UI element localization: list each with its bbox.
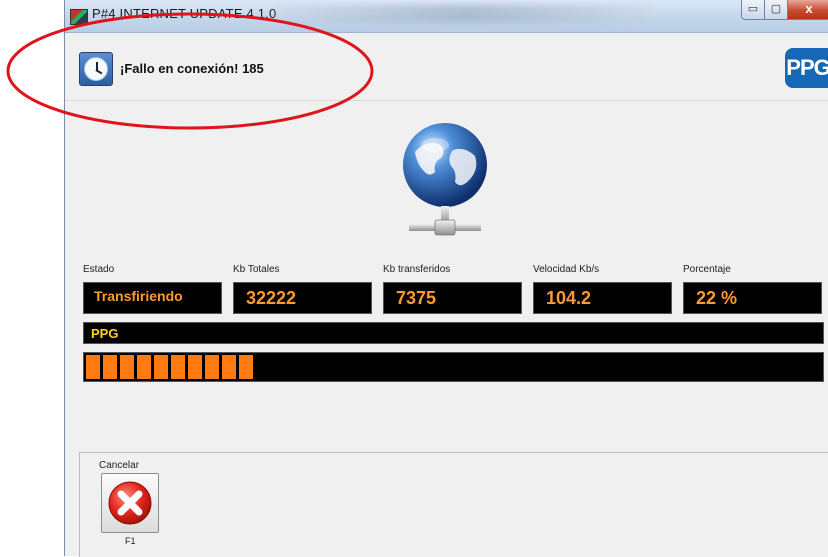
progress-segment (154, 355, 168, 379)
porcentaje-value: 22 % (683, 282, 822, 314)
progress-segment (205, 355, 219, 379)
cancel-shortcut-label: F1 (125, 536, 136, 546)
progress-segment (239, 355, 253, 379)
title-bar[interactable]: P#4 INTERNET UPDATE 4.1.0 ▭ ▢ x (65, 0, 828, 33)
progress-segment (120, 355, 134, 379)
porcentaje-label: Porcentaje (683, 264, 731, 275)
progress-segment (171, 355, 185, 379)
kb-transferidos-value: 7375 (383, 282, 522, 314)
close-button[interactable]: x (787, 0, 828, 20)
maximize-button[interactable]: ▢ (764, 0, 788, 20)
status-row: ¡Fallo en conexión! 185 PPG (65, 36, 828, 101)
progress-bar (83, 352, 824, 382)
app-icon (70, 9, 88, 25)
velocidad-value: 104.2 (533, 282, 672, 314)
blurred-title-region (275, 5, 655, 23)
network-globe-icon (395, 120, 495, 242)
estado-value: Transfiriendo (83, 282, 222, 314)
progress-segment (137, 355, 151, 379)
current-item-bar: PPG (83, 322, 824, 344)
kb-totales-value: 32222 (233, 282, 372, 314)
action-panel: Cancelar F1 (79, 452, 828, 557)
ppg-logo: PPG (785, 48, 828, 88)
clock-icon (79, 52, 113, 86)
update-window: P#4 INTERNET UPDATE 4.1.0 ▭ ▢ x ¡Fallo e… (64, 0, 828, 557)
kb-transferidos-label: Kb transferidos (383, 264, 451, 275)
cancel-label: Cancelar (99, 460, 140, 471)
kb-totales-label: Kb Totales (233, 264, 280, 275)
progress-segment (188, 355, 202, 379)
cancel-x-icon (108, 481, 152, 525)
minimize-button[interactable]: ▭ (741, 0, 765, 20)
window-title: P#4 INTERNET UPDATE 4.1.0 (92, 6, 277, 21)
cancel-button[interactable] (101, 473, 159, 533)
progress-segment (222, 355, 236, 379)
status-message: ¡Fallo en conexión! 185 (120, 61, 264, 76)
estado-label: Estado (83, 264, 115, 275)
velocidad-label: Velocidad Kb/s (533, 264, 600, 275)
progress-segment (86, 355, 100, 379)
progress-segment (103, 355, 117, 379)
